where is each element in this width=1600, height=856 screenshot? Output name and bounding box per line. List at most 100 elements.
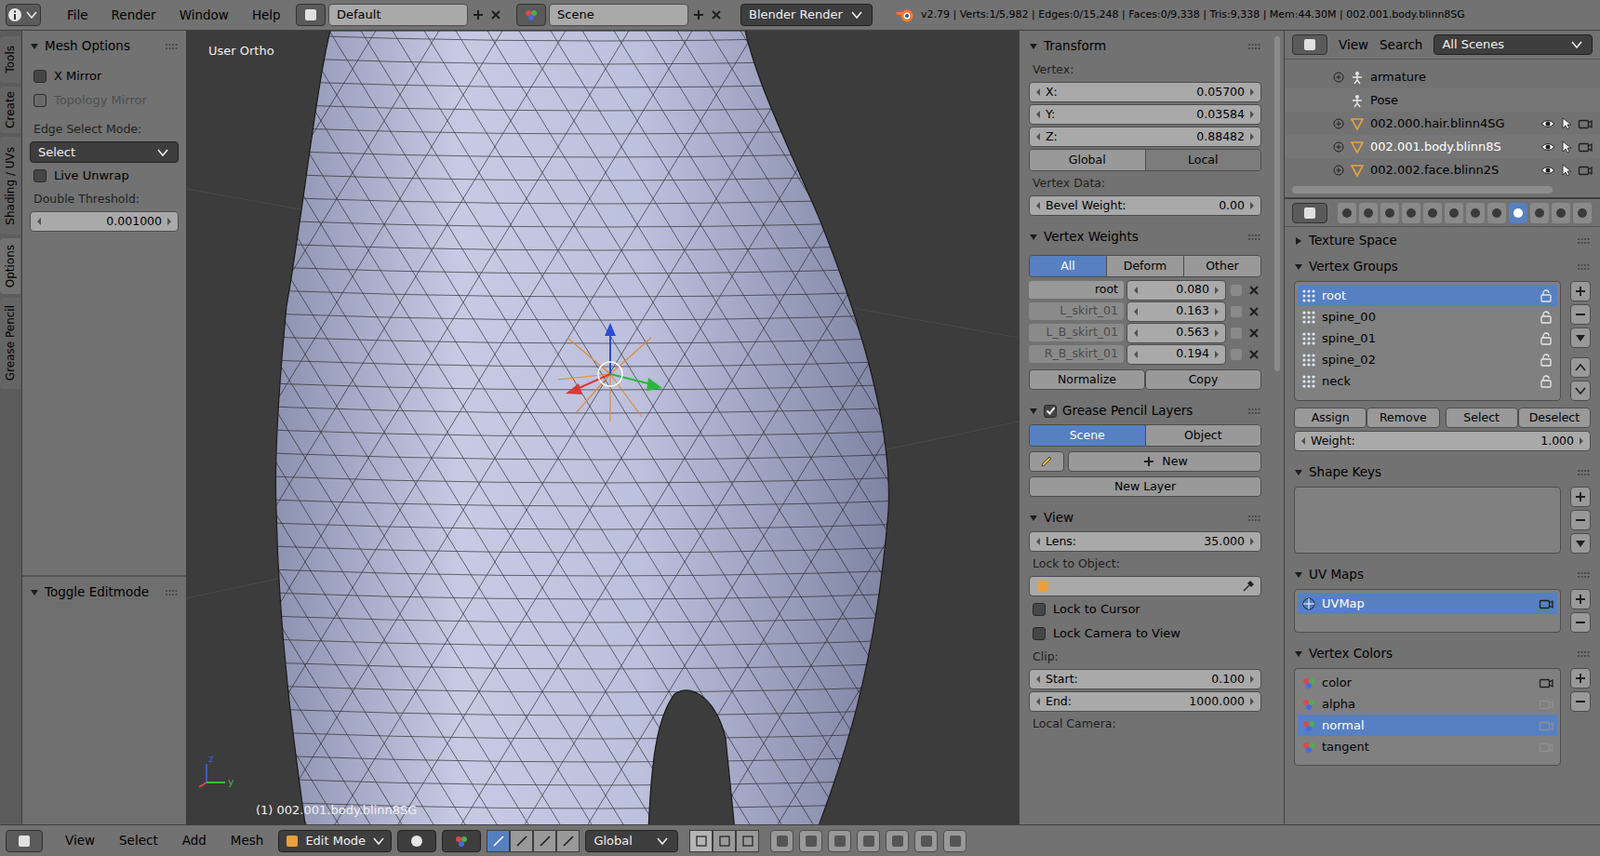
properties-tab[interactable] (1508, 202, 1528, 224)
paste-weight-icon[interactable] (1228, 304, 1244, 320)
vertex-weight-row[interactable]: L_B_skirt_010.563 (1028, 321, 1262, 344)
render-camera-icon[interactable] (1538, 675, 1554, 691)
tool-button[interactable] (885, 829, 909, 853)
coordinate-field[interactable]: Z:0.88482 (1028, 126, 1262, 147)
drag-grip-icon[interactable] (1577, 264, 1591, 270)
down-icon[interactable] (1573, 535, 1588, 551)
drag-grip-icon[interactable] (1577, 572, 1591, 578)
lock-icon[interactable] (1538, 352, 1554, 368)
list-row[interactable]: spine_02 (1297, 348, 1558, 371)
menu-item[interactable]: Window (179, 5, 229, 25)
3d-view-icon[interactable] (16, 833, 32, 849)
expand-icon[interactable] (1333, 71, 1345, 83)
list-row[interactable]: root (1297, 284, 1558, 307)
outliner-row[interactable]: Pose (1284, 88, 1600, 112)
lock-icon[interactable] (1538, 373, 1554, 389)
pivot-dropdown[interactable] (441, 829, 481, 853)
weight-action-button[interactable]: Normalize (1028, 369, 1146, 390)
dropdown-arrows-icon[interactable] (654, 833, 670, 849)
outliner-scrollbar[interactable] (1292, 186, 1553, 194)
list-row[interactable]: color (1297, 671, 1558, 694)
tool-button[interactable] (856, 829, 880, 853)
tool-tab[interactable]: Grease Pencil (0, 297, 21, 389)
decrement-arrow-icon[interactable] (1035, 88, 1041, 96)
decrement-arrow-icon[interactable] (1035, 537, 1041, 546)
drag-grip-icon[interactable] (1248, 43, 1262, 50)
increment-arrow-icon[interactable] (1578, 437, 1585, 445)
outliner-filter-dropdown[interactable]: All Scenes (1433, 34, 1593, 55)
list-side-button[interactable] (1570, 588, 1591, 610)
list-side-button[interactable] (1570, 509, 1591, 531)
paste-weight-icon[interactable] (1228, 346, 1244, 362)
list-row[interactable]: spine_01 (1297, 327, 1558, 349)
list-row[interactable]: alpha (1297, 693, 1558, 715)
layout-field[interactable]: Default (328, 3, 468, 27)
clip-field[interactable]: Start:0.100 (1028, 668, 1262, 690)
menu-item[interactable]: Render (111, 5, 157, 25)
render-engine-dropdown[interactable]: Blender Render (740, 3, 873, 27)
lock-icon[interactable] (1538, 288, 1554, 304)
segment-button[interactable]: Other (1183, 255, 1261, 277)
manipulator-button[interactable] (486, 829, 510, 853)
new-grease-pencil-button[interactable]: New (1067, 451, 1262, 472)
tool-icon[interactable] (919, 833, 934, 849)
orientation-dropdown[interactable]: Global (585, 829, 679, 853)
visibility-eye-icon[interactable] (1540, 116, 1556, 132)
increment-arrow-icon[interactable] (1249, 133, 1255, 141)
panel-header[interactable]: Transform (1028, 34, 1262, 58)
layout-grid-icon[interactable] (303, 7, 319, 23)
vertex-group-icon[interactable] (1301, 373, 1317, 389)
list-side-button[interactable] (1570, 380, 1591, 401)
vertex-color-icon[interactable] (1301, 675, 1317, 691)
editor-type-button[interactable] (1292, 34, 1328, 55)
transform-manipulator[interactable] (558, 322, 663, 422)
tool-icon[interactable] (803, 833, 819, 849)
minus-icon[interactable] (1573, 512, 1588, 528)
checkbox[interactable] (1043, 404, 1057, 418)
panel-header[interactable]: Grease Pencil Layers (1028, 399, 1262, 423)
menu-item[interactable]: Search (1379, 35, 1423, 54)
properties-tab[interactable] (1444, 202, 1464, 224)
decrement-arrow-icon[interactable] (1133, 350, 1139, 359)
outliner-row[interactable]: 002.001.body.blinn8S (1284, 134, 1600, 159)
tool-tab[interactable]: Shading / UVs (0, 136, 21, 235)
delete-weight-icon[interactable] (1246, 282, 1262, 298)
expand-icon[interactable] (1333, 118, 1345, 130)
delete-weight-icon[interactable] (1246, 325, 1262, 341)
remove-scene-icon[interactable] (708, 7, 724, 23)
tool-icon[interactable] (832, 833, 848, 849)
paste-weight-icon[interactable] (1228, 282, 1244, 298)
list-row[interactable]: tangent (1297, 735, 1558, 758)
segment-button[interactable]: All (1029, 255, 1107, 277)
uv-map-icon[interactable] (1301, 596, 1317, 612)
increment-arrow-icon[interactable] (166, 217, 173, 226)
panel-header[interactable]: Vertex Colors (1293, 641, 1591, 666)
outliner-row[interactable]: armature (1284, 65, 1600, 89)
weight-value-field[interactable]: 0.163 (1126, 301, 1227, 322)
list-side-button[interactable] (1570, 612, 1591, 633)
disclosure-triangle-icon[interactable] (1293, 467, 1304, 478)
visibility-eye-icon[interactable] (1540, 162, 1556, 178)
properties-tab[interactable] (1337, 202, 1357, 224)
weight-value-field[interactable]: 0.080 (1126, 280, 1227, 301)
plus-icon[interactable] (1573, 670, 1588, 686)
coordinate-field[interactable]: X:0.05700 (1028, 81, 1262, 103)
checkbox-row[interactable]: Lock to Cursor (1028, 598, 1262, 621)
menu-item[interactable]: File (66, 5, 89, 25)
select-button[interactable]: Select (1445, 407, 1519, 428)
expand-icon[interactable] (1333, 141, 1345, 153)
increment-arrow-icon[interactable] (1213, 286, 1220, 294)
disclosure-triangle-icon[interactable] (29, 41, 40, 52)
panel-header[interactable]: Toggle Editmode (29, 580, 179, 604)
editor-type-button[interactable] (5, 3, 41, 27)
disclosure-triangle-icon[interactable] (29, 587, 40, 598)
chev-icon[interactable] (1573, 383, 1588, 399)
editor-type-button[interactable] (5, 829, 43, 853)
eyedropper-icon[interactable] (1241, 579, 1255, 593)
vertex-color-icon[interactable] (1301, 718, 1317, 734)
properties-tab[interactable] (1487, 202, 1507, 224)
tool-icon[interactable] (947, 833, 963, 849)
selectable-cursor-icon[interactable] (1559, 116, 1574, 132)
checkbox[interactable] (33, 69, 47, 83)
up-icon[interactable] (1573, 360, 1588, 375)
